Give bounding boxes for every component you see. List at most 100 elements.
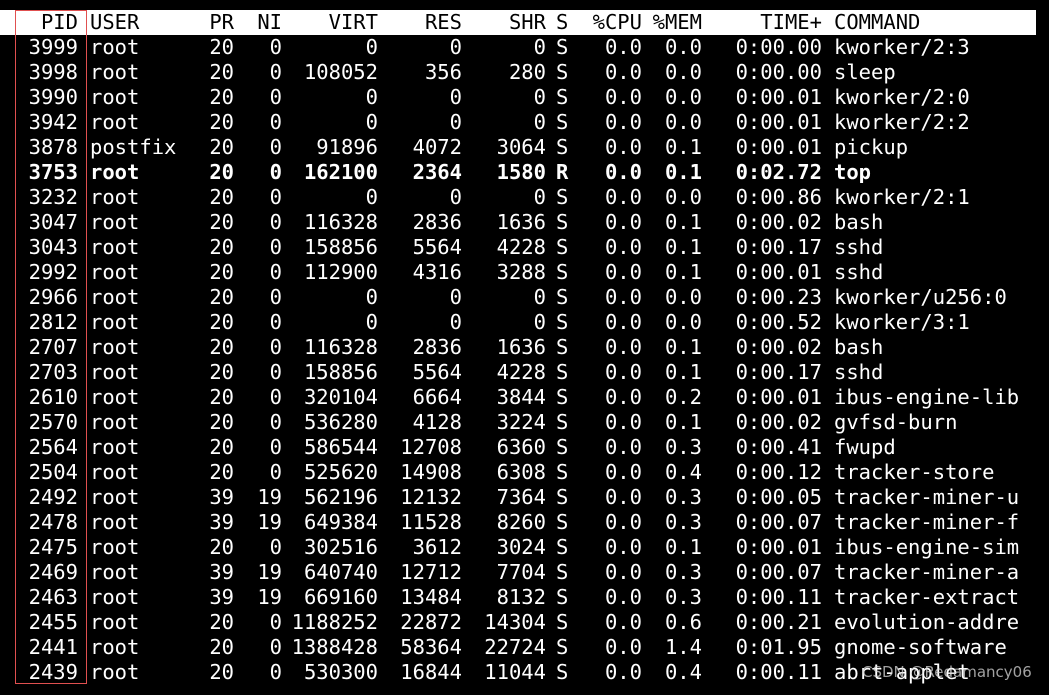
cell-time: 0:00.17 <box>735 360 822 384</box>
cell-shr: 0 <box>533 110 546 134</box>
process-row[interactable]: 3999 root 20 0 0 0 0 S 0.0 0.0 0:00.00 kworker/2:3 <box>0 35 1049 60</box>
header-time[interactable]: TIME+ <box>712 10 822 35</box>
cell-ni: 0 <box>269 535 282 559</box>
cell-shr: 1636 <box>496 210 546 234</box>
header-user[interactable]: USER <box>90 10 200 35</box>
cell-virt: 108052 <box>303 60 378 84</box>
cell-user: root <box>90 160 140 184</box>
cell-command: kworker/2:0 <box>834 85 970 109</box>
cell-cpu: 0.0 <box>604 235 642 259</box>
cell-user: root <box>90 510 140 534</box>
cell-ni: 0 <box>269 35 282 59</box>
process-row[interactable]: 2463 root 39 19 669160 13484 8132 S 0.0 0.3 0:00.1… <box>0 585 1049 610</box>
process-row[interactable]: 2564 root 20 0 586544 12708 6360 S 0.0 0.3 0:00.41… <box>0 435 1049 460</box>
cell-user: root <box>90 360 140 384</box>
cell-shr: 3844 <box>496 385 546 409</box>
cell-ni: 19 <box>257 585 282 609</box>
header-cpu[interactable]: %CPU <box>588 10 642 35</box>
cell-user: root <box>90 635 140 659</box>
process-row[interactable]: 3878 postfix 20 0 91896 4072 3064 S 0.0 0.1 0:00.0… <box>0 135 1049 160</box>
cell-state: S <box>556 60 569 84</box>
cell-user: root <box>90 85 140 109</box>
header-pr[interactable]: PR <box>196 10 234 35</box>
cell-mem: 1.4 <box>664 635 702 659</box>
cell-res: 0 <box>449 85 462 109</box>
cell-command: kworker/2:3 <box>834 35 970 59</box>
cell-command: gnome-software <box>834 635 1007 659</box>
process-row[interactable]: 2441 root 20 0 1388428 58364 22724 S 0.0 1.4 0:01.… <box>0 635 1049 660</box>
process-row[interactable]: 3753 root 20 0 162100 2364 1580 R 0.0 0.1 0:02.72 t… <box>0 160 1049 185</box>
cell-pr: 20 <box>209 35 234 59</box>
cell-virt: 0 <box>365 310 378 334</box>
cell-time: 0:00.02 <box>735 210 822 234</box>
header-ni[interactable]: NI <box>246 10 282 35</box>
cell-command: tracker-miner-f <box>834 510 1020 534</box>
cell-user: root <box>90 660 140 684</box>
cell-pr: 20 <box>209 160 234 184</box>
process-row[interactable]: 3942 root 20 0 0 0 0 S 0.0 0.0 0:00.01 kworker/2:2 <box>0 110 1049 135</box>
cell-cpu: 0.0 <box>604 310 642 334</box>
cell-shr: 0 <box>533 310 546 334</box>
cell-ni: 0 <box>269 110 282 134</box>
process-row[interactable]: 2610 root 20 0 320104 6664 3844 S 0.0 0.2 0:00.01 i… <box>0 385 1049 410</box>
cell-shr: 3224 <box>496 410 546 434</box>
header-virt[interactable]: VIRT <box>290 10 378 35</box>
process-row[interactable]: 2992 root 20 0 112900 4316 3288 S 0.0 0.1 0:00.01 s… <box>0 260 1049 285</box>
process-row[interactable]: 2570 root 20 0 536280 4128 3224 S 0.0 0.1 0:00.02 g… <box>0 410 1049 435</box>
cell-virt: 91896 <box>316 135 378 159</box>
process-row[interactable]: 2475 root 20 0 302516 3612 3024 S 0.0 0.1 0:00.01 i… <box>0 535 1049 560</box>
process-row[interactable]: 3990 root 20 0 0 0 0 S 0.0 0.0 0:00.01 kworker/2:0 <box>0 85 1049 110</box>
header-mem[interactable]: %MEM <box>652 10 702 35</box>
cell-res: 12708 <box>400 435 462 459</box>
cell-virt: 669160 <box>303 585 378 609</box>
cell-res: 0 <box>449 35 462 59</box>
process-row[interactable]: 3232 root 20 0 0 0 0 S 0.0 0.0 0:00.86 kworker/2:1 <box>0 185 1049 210</box>
cell-mem: 0.4 <box>664 660 702 684</box>
process-row[interactable]: 2478 root 39 19 649384 11528 8260 S 0.0 0.3 0:00.0… <box>0 510 1049 535</box>
cell-virt: 649384 <box>303 510 378 534</box>
cell-virt: 116328 <box>303 335 378 359</box>
cell-user: root <box>90 560 140 584</box>
process-row[interactable]: 2504 root 20 0 525620 14908 6308 S 0.0 0.4 0:00.12… <box>0 460 1049 485</box>
cell-pr: 20 <box>209 535 234 559</box>
cell-time: 0:00.01 <box>735 135 822 159</box>
header-state[interactable]: S <box>556 10 576 35</box>
process-row[interactable]: 2966 root 20 0 0 0 0 S 0.0 0.0 0:00.23 kworker/u256… <box>0 285 1049 310</box>
header-command[interactable]: COMMAND <box>834 10 1034 35</box>
cell-state: S <box>556 610 569 634</box>
cell-state: S <box>556 460 569 484</box>
cell-time: 0:00.05 <box>735 485 822 509</box>
cell-pr: 20 <box>209 435 234 459</box>
cell-ni: 0 <box>269 285 282 309</box>
process-row[interactable]: 2469 root 39 19 640740 12712 7704 S 0.0 0.3 0:00.0… <box>0 560 1049 585</box>
header-res[interactable]: RES <box>390 10 462 35</box>
cell-pr: 20 <box>209 135 234 159</box>
cell-ni: 19 <box>257 510 282 534</box>
cell-mem: 0.1 <box>664 235 702 259</box>
cell-virt: 320104 <box>303 385 378 409</box>
process-row[interactable]: 2492 root 39 19 562196 12132 7364 S 0.0 0.3 0:00.0… <box>0 485 1049 510</box>
process-row[interactable]: 2812 root 20 0 0 0 0 S 0.0 0.0 0:00.52 kworker/3:1 <box>0 310 1049 335</box>
cell-virt: 0 <box>365 35 378 59</box>
cell-ni: 0 <box>269 235 282 259</box>
cell-pr: 20 <box>209 385 234 409</box>
cell-virt: 158856 <box>303 235 378 259</box>
process-row[interactable]: 3998 root 20 0 108052 356 280 S 0.0 0.0 0:00.00 sle… <box>0 60 1049 85</box>
header-shr[interactable]: SHR <box>474 10 546 35</box>
process-row[interactable]: 3043 root 20 0 158856 5564 4228 S 0.0 0.1 0:00.17 s… <box>0 235 1049 260</box>
pid-column-highlight <box>15 10 87 684</box>
process-row[interactable]: 2703 root 20 0 158856 5564 4228 S 0.0 0.1 0:00.17 s… <box>0 360 1049 385</box>
cell-cpu: 0.0 <box>604 560 642 584</box>
cell-state: S <box>556 660 569 684</box>
cell-state: S <box>556 235 569 259</box>
cell-mem: 0.3 <box>664 435 702 459</box>
process-row[interactable]: 2455 root 20 0 1188252 22872 14304 S 0.0 0.6 0:00.… <box>0 610 1049 635</box>
process-row[interactable]: 2707 root 20 0 116328 2836 1636 S 0.0 0.1 0:00.02 b… <box>0 335 1049 360</box>
cell-virt: 0 <box>365 110 378 134</box>
process-row[interactable]: 3047 root 20 0 116328 2836 1636 S 0.0 0.1 0:00.02 b… <box>0 210 1049 235</box>
cell-res: 12132 <box>400 485 462 509</box>
cell-shr: 0 <box>533 85 546 109</box>
cell-state: S <box>556 185 569 209</box>
cell-time: 0:00.11 <box>735 585 822 609</box>
cell-user: root <box>90 210 140 234</box>
